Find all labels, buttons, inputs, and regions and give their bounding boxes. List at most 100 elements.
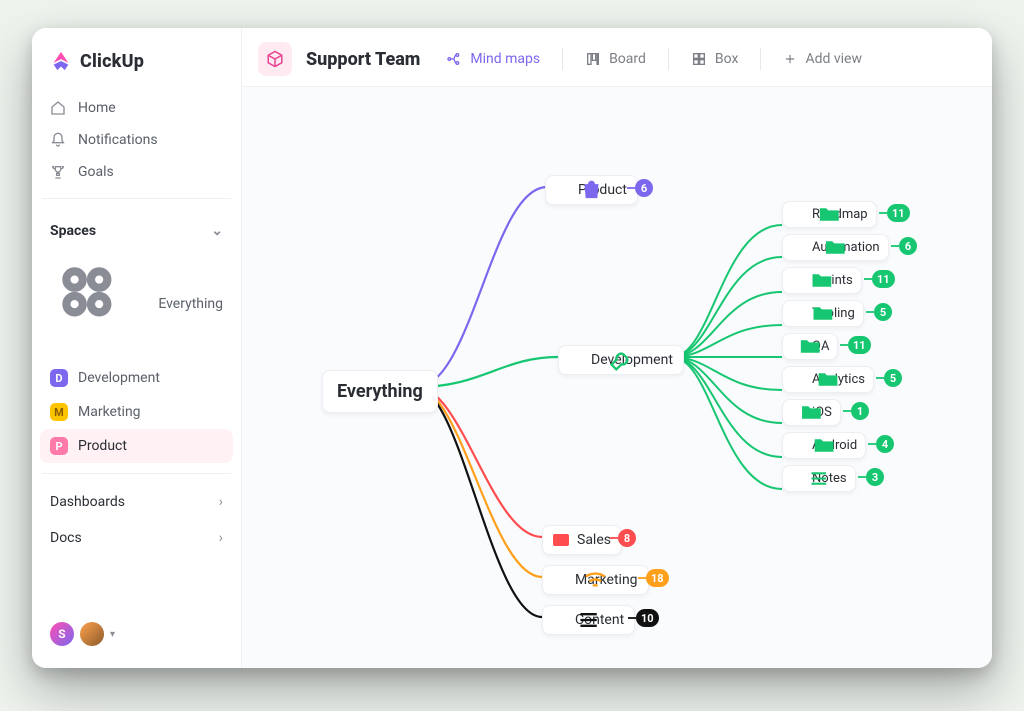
space-product[interactable]: P Product — [40, 429, 233, 463]
node-sales[interactable]: Sales — [542, 525, 622, 555]
space-development[interactable]: D Development — [40, 361, 233, 395]
bag-icon — [556, 183, 570, 197]
node-count: 3 — [866, 468, 884, 486]
page-title: Support Team — [306, 49, 420, 70]
tab-label: Box — [715, 51, 739, 67]
sidebar: ClickUp Home Notifications Goals Spaces … — [32, 28, 242, 668]
folder-icon — [791, 274, 804, 287]
mindmap-canvas[interactable]: Everything Product 6 Development Sales — [242, 87, 992, 668]
brand[interactable]: ClickUp — [40, 44, 233, 90]
count-value: 10 — [641, 612, 654, 625]
node-label: Everything — [337, 381, 423, 402]
dev-child-node[interactable]: QA — [782, 333, 838, 360]
sidebar-footer: S ▾ — [40, 614, 233, 654]
node-count: 8 — [618, 529, 636, 547]
box-icon — [691, 51, 707, 67]
space-label: Development — [78, 370, 160, 386]
node-count: 11 — [872, 270, 895, 288]
nav-docs[interactable]: Docs › — [40, 520, 233, 556]
plus-icon — [783, 52, 797, 66]
count-value: 6 — [905, 240, 911, 253]
tab-label: Board — [609, 51, 646, 67]
node-count: 5 — [874, 303, 892, 321]
tab-add-view[interactable]: Add view — [773, 45, 872, 73]
avatar[interactable]: S — [50, 622, 74, 646]
node-marketing[interactable]: Marketing — [542, 565, 649, 595]
count-value: 5 — [890, 372, 896, 385]
chevron-down-icon: ⌄ — [211, 223, 223, 239]
tab-board[interactable]: Board — [575, 45, 656, 73]
folder-icon — [791, 439, 804, 452]
tab-mind-maps[interactable]: Mind maps — [436, 45, 550, 73]
cube-icon — [258, 42, 292, 76]
bell-icon — [50, 132, 66, 148]
node-product[interactable]: Product — [545, 175, 638, 205]
dev-child-node[interactable]: Notes — [782, 465, 856, 492]
count-value: 8 — [624, 532, 630, 545]
node-count: 11 — [848, 336, 871, 354]
nav-home[interactable]: Home — [40, 92, 233, 124]
caret-down-icon[interactable]: ▾ — [110, 629, 115, 640]
node-count: 6 — [635, 179, 653, 197]
divider — [562, 48, 563, 70]
node-development[interactable]: Development — [558, 345, 684, 375]
count-value: 18 — [651, 572, 664, 585]
tab-label: Mind maps — [470, 51, 540, 67]
node-count: 5 — [884, 369, 902, 387]
avatar[interactable] — [80, 622, 104, 646]
dev-child-node[interactable]: Analytics — [782, 366, 874, 393]
dev-child-node[interactable]: Automation — [782, 234, 889, 261]
trophy-icon — [50, 164, 66, 180]
folder-icon — [791, 406, 804, 419]
spaces-header-label: Spaces — [50, 223, 96, 239]
mindmap-root[interactable]: Everything — [322, 370, 438, 413]
primary-nav: Home Notifications Goals — [40, 92, 233, 188]
count-value: 1 — [857, 405, 863, 418]
count-value: 6 — [641, 182, 647, 195]
mindmap-icon — [446, 51, 462, 67]
divider — [42, 473, 231, 474]
node-count: 4 — [876, 435, 894, 453]
space-label: Product — [78, 438, 127, 454]
folder-icon — [791, 307, 804, 320]
spaces-header[interactable]: Spaces ⌄ — [40, 209, 233, 247]
card-icon — [553, 534, 569, 546]
node-label: Sales — [577, 532, 611, 548]
count-value: 3 — [872, 471, 878, 484]
divider — [760, 48, 761, 70]
tab-label: Add view — [805, 51, 862, 67]
nav-dashboards-label: Dashboards — [50, 494, 125, 510]
topbar: Support Team Mind maps Board Box Add vie… — [242, 28, 992, 87]
list-icon — [553, 613, 567, 627]
edge-development — [417, 357, 558, 387]
nav-notifications-label: Notifications — [78, 132, 158, 148]
node-count: 11 — [887, 204, 910, 222]
nav-goals[interactable]: Goals — [40, 156, 233, 188]
edge-dev-children — [672, 225, 782, 489]
nav-notifications[interactable]: Notifications — [40, 124, 233, 156]
dev-child-node[interactable]: Sprints — [782, 267, 862, 294]
tab-box[interactable]: Box — [681, 45, 749, 73]
edge-content — [417, 387, 542, 617]
count-value: 5 — [880, 306, 886, 319]
dev-child-node[interactable]: iOS — [782, 399, 841, 426]
nav-dashboards[interactable]: Dashboards › — [40, 484, 233, 520]
board-icon — [585, 51, 601, 67]
folder-icon — [791, 373, 804, 386]
space-marketing[interactable]: M Marketing — [40, 395, 233, 429]
dev-child-node[interactable]: Android — [782, 432, 866, 459]
divider — [668, 48, 669, 70]
space-badge: M — [50, 403, 68, 421]
edge-marketing — [417, 387, 542, 577]
space-badge: D — [50, 369, 68, 387]
grid-icon — [50, 255, 148, 353]
nav-goals-label: Goals — [78, 164, 114, 180]
count-value: 4 — [882, 438, 888, 451]
spaces-everything[interactable]: Everything — [40, 247, 233, 361]
nav-docs-label: Docs — [50, 530, 82, 546]
brand-name: ClickUp — [80, 51, 144, 72]
node-content[interactable]: Content — [542, 605, 635, 635]
chevron-right-icon: › — [219, 494, 223, 510]
dev-child-node[interactable]: Roadmap — [782, 201, 877, 228]
dev-child-node[interactable]: Tooling — [782, 300, 864, 327]
